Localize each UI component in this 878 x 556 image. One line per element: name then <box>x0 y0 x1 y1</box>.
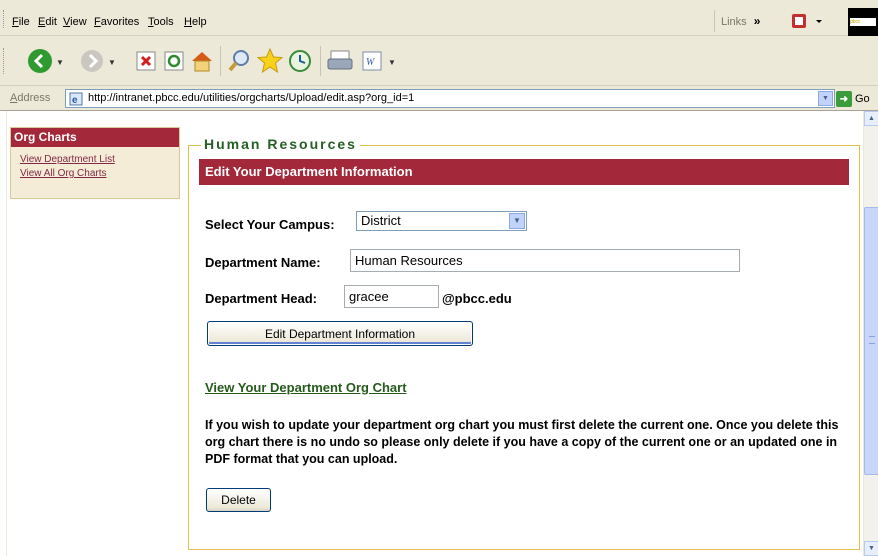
translate-button[interactable] <box>786 12 826 30</box>
links-toolbar[interactable]: Links » <box>714 10 760 32</box>
home-icon <box>192 52 212 72</box>
word-document-icon: W <box>362 51 382 71</box>
favorites-button[interactable] <box>256 47 284 75</box>
thumb-grip <box>869 336 875 344</box>
delete-button[interactable]: Delete <box>206 488 271 512</box>
back-dropdown-icon[interactable]: ▼ <box>56 58 64 67</box>
menu-grip <box>3 10 6 28</box>
department-name-label: Department Name: <box>205 255 321 270</box>
page-viewport: Org Charts View Department List View All… <box>0 111 878 556</box>
chevron-down-icon[interactable]: ▼ <box>509 213 525 229</box>
forward-dropdown-icon[interactable]: ▼ <box>108 58 116 67</box>
back-button[interactable] <box>26 47 54 75</box>
mail-icon <box>327 50 353 70</box>
campus-label: Select Your Campus: <box>205 217 335 232</box>
menu-view[interactable]: View <box>63 16 87 28</box>
search-icon <box>228 50 249 72</box>
department-head-field[interactable] <box>344 285 439 308</box>
menu-edit[interactable]: Edit <box>38 16 57 28</box>
delete-notice: If you wish to update your department or… <box>205 418 839 466</box>
back-arrow-icon <box>28 49 52 73</box>
scroll-up-icon[interactable]: ▲ <box>864 111 878 126</box>
menu-tools[interactable]: Tools <box>148 16 174 28</box>
refresh-icon <box>164 51 184 71</box>
address-dropdown-icon[interactable]: ▼ <box>818 91 833 106</box>
word-dropdown-icon[interactable]: ▼ <box>388 58 396 67</box>
mail-button[interactable] <box>326 47 354 75</box>
refresh-button[interactable] <box>160 47 188 75</box>
brand-logo: pbcc <box>848 8 878 36</box>
history-icon <box>289 50 311 72</box>
email-suffix: @pbcc.edu <box>442 291 512 306</box>
search-button[interactable] <box>226 47 254 75</box>
go-arrow-icon: ➜ <box>836 91 852 107</box>
campus-select[interactable]: District ▼ <box>356 211 527 231</box>
scroll-down-icon[interactable]: ▼ <box>864 541 878 556</box>
address-label: Address <box>10 92 51 104</box>
star-icon <box>256 47 284 74</box>
toolbar-separator <box>220 46 221 76</box>
address-input[interactable]: e http://intranet.pbcc.edu/utilities/org… <box>65 89 835 108</box>
fieldset-legend-text: Human Resources <box>204 136 357 152</box>
viewport-edge <box>0 111 7 556</box>
menu-file[interactable]: File <box>12 16 30 28</box>
fieldset-legend: Human Resources <box>201 136 360 152</box>
forward-arrow-icon <box>81 50 103 72</box>
department-name-field[interactable] <box>350 249 740 272</box>
campus-select-value: District <box>361 213 401 228</box>
section-title: Edit Your Department Information <box>199 159 849 185</box>
menu-help[interactable]: Help <box>184 16 207 28</box>
sidebar-link-all-org-charts[interactable]: View All Org Charts <box>20 168 179 179</box>
sidebar-title: Org Charts <box>11 128 179 147</box>
vertical-scrollbar[interactable]: ▲ ▼ <box>863 111 878 556</box>
links-label: Links <box>721 16 747 28</box>
toolbar-separator <box>320 46 321 76</box>
department-head-label: Department Head: <box>205 291 317 306</box>
edit-department-button[interactable]: Edit Department Information <box>207 321 473 346</box>
org-charts-sidebar: Org Charts View Department List View All… <box>10 127 180 199</box>
scrollbar-thumb[interactable] <box>864 207 878 475</box>
go-button[interactable]: ➜ Go <box>836 90 870 108</box>
menu-favorites[interactable]: Favorites <box>94 16 139 28</box>
sidebar-link-department-list[interactable]: View Department List <box>20 154 179 165</box>
translate-icon <box>792 14 822 28</box>
go-label: Go <box>855 93 870 105</box>
edit-department-button-label: Edit Department Information <box>264 326 416 341</box>
department-fieldset <box>188 145 860 550</box>
stop-icon <box>136 51 156 71</box>
home-button[interactable] <box>188 47 216 75</box>
view-org-chart-link[interactable]: View Your Department Org Chart <box>205 380 407 395</box>
forward-button[interactable] <box>78 47 106 75</box>
address-bar: Address e http://intranet.pbcc.edu/utili… <box>0 86 878 111</box>
svg-text:e: e <box>72 95 78 106</box>
stop-button[interactable] <box>132 47 160 75</box>
word-button[interactable]: W <box>358 47 386 75</box>
address-url: http://intranet.pbcc.edu/utilities/orgch… <box>88 92 415 104</box>
menu-bar: File Edit View Favorites Tools Help Link… <box>0 0 878 36</box>
links-chevron-icon[interactable]: » <box>754 14 761 28</box>
delete-button-label: Delete <box>221 493 256 507</box>
toolbar-grip <box>3 48 6 74</box>
standard-toolbar: ▼ ▼ W ▼ <box>0 36 878 86</box>
ie-page-icon: e <box>69 92 83 106</box>
history-button[interactable] <box>286 47 314 75</box>
